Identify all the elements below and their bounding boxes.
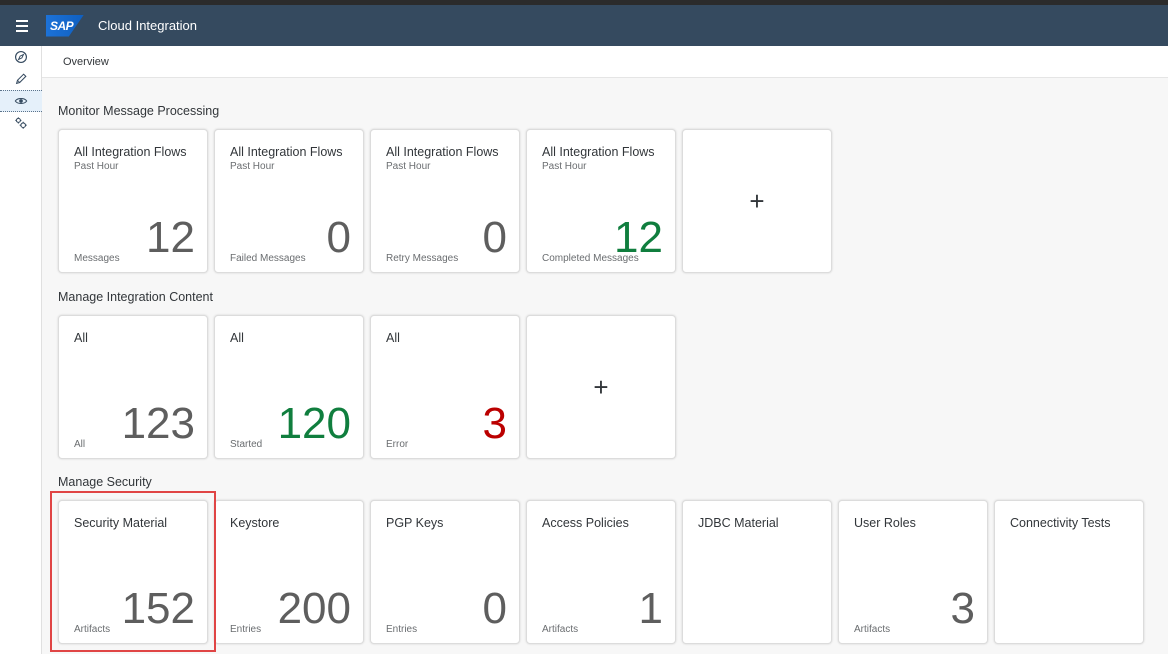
menu-icon[interactable] [8, 5, 36, 46]
tile-completed-messages[interactable]: All Integration Flows Past Hour 12 Compl… [526, 129, 676, 273]
group-title-monitor: Monitor Message Processing [58, 104, 220, 118]
tile-kpi-value: 12 [146, 213, 195, 262]
tile-footer: Artifacts [74, 624, 111, 635]
plus-icon: + [749, 185, 765, 216]
tile-all-content[interactable]: All 123 All [58, 315, 208, 459]
tile-kpi-value: 3 [482, 399, 507, 448]
tile-title: All Integration Flows [542, 145, 655, 159]
add-tile-button[interactable]: + [682, 129, 832, 273]
tile-footer: Error [386, 439, 409, 450]
tile-subtitle: Past Hour [542, 161, 587, 172]
tile-subtitle: Past Hour [74, 161, 119, 172]
plus-icon: + [593, 371, 609, 402]
tile-row-content: All 123 All All 120 Started All 3 Error … [58, 315, 676, 459]
shell-bar: SAP Cloud Integration [0, 0, 1168, 46]
side-navigation [0, 46, 42, 654]
tile-retry-messages[interactable]: All Integration Flows Past Hour 0 Retry … [370, 129, 520, 273]
tile-title: Security Material [74, 516, 168, 530]
tile-all-messages[interactable]: All Integration Flows Past Hour 12 Messa… [58, 129, 208, 273]
nav-item-settings[interactable] [0, 112, 42, 134]
compass-icon [15, 51, 27, 63]
tile-kpi-value: 120 [277, 399, 351, 448]
group-title-content: Manage Integration Content [58, 290, 213, 304]
tile-user-roles[interactable]: User Roles 3 Artifacts [838, 500, 988, 644]
tile-subtitle: Past Hour [386, 161, 431, 172]
tile-security-material[interactable]: Security Material 152 Artifacts [58, 500, 208, 644]
tile-connectivity-tests[interactable]: Connectivity Tests [994, 500, 1144, 644]
tile-kpi-value: 0 [326, 213, 351, 262]
add-tile-button[interactable]: + [526, 315, 676, 459]
nav-item-monitor[interactable] [0, 90, 42, 112]
tile-kpi-value: 200 [277, 584, 351, 633]
tile-footer: Messages [74, 253, 120, 264]
settings-icon [15, 117, 27, 129]
tile-footer: Retry Messages [386, 253, 459, 264]
tile-jdbc-material[interactable]: JDBC Material [682, 500, 832, 644]
tile-kpi-value: 3 [950, 584, 975, 633]
tile-title: Connectivity Tests [1010, 516, 1111, 530]
nav-item-design[interactable] [0, 68, 42, 90]
app-title: Cloud Integration [98, 18, 198, 33]
tile-kpi-value: 0 [482, 213, 507, 262]
tile-kpi-value: 1 [638, 584, 663, 633]
tile-title: All [230, 331, 244, 345]
group-title-security: Manage Security [58, 475, 152, 489]
tile-footer: All [74, 439, 86, 450]
sap-logo[interactable]: SAP [46, 14, 84, 37]
tile-title: User Roles [854, 516, 916, 530]
launchpad-content: Monitor Message Processing All Integrati… [42, 78, 1168, 654]
tile-title: All Integration Flows [74, 145, 187, 159]
tile-row-monitor: All Integration Flows Past Hour 12 Messa… [58, 129, 832, 273]
tile-title: All [74, 331, 88, 345]
tile-started-content[interactable]: All 120 Started [214, 315, 364, 459]
tile-footer: Artifacts [854, 624, 891, 635]
tile-title: Keystore [230, 516, 280, 530]
tile-title: PGP Keys [386, 516, 444, 530]
tile-pgp-keys[interactable]: PGP Keys 0 Entries [370, 500, 520, 644]
page-header: Overview [42, 46, 1168, 78]
tile-title: JDBC Material [698, 516, 779, 530]
tile-error-content[interactable]: All 3 Error [370, 315, 520, 459]
tile-keystore[interactable]: Keystore 200 Entries [214, 500, 364, 644]
tile-title: Access Policies [542, 516, 629, 530]
breadcrumb[interactable]: Overview [63, 56, 109, 68]
tile-footer: Failed Messages [230, 253, 306, 264]
tile-subtitle: Past Hour [230, 161, 275, 172]
tile-kpi-value: 152 [121, 584, 195, 633]
tile-footer: Started [230, 439, 263, 450]
tile-title: All [386, 331, 400, 345]
tile-failed-messages[interactable]: All Integration Flows Past Hour 0 Failed… [214, 129, 364, 273]
tile-footer: Completed Messages [542, 253, 639, 264]
tile-footer: Entries [386, 624, 418, 635]
nav-item-discover[interactable] [0, 46, 42, 68]
tile-footer: Entries [230, 624, 262, 635]
tile-kpi-value: 123 [121, 399, 195, 448]
tile-row-security: Security Material 152 Artifacts Keystore… [58, 500, 1144, 644]
tile-title: All Integration Flows [386, 145, 499, 159]
tile-footer: Artifacts [542, 624, 579, 635]
eye-icon [14, 97, 28, 105]
pencil-icon [15, 73, 27, 85]
tile-title: All Integration Flows [230, 145, 343, 159]
tile-kpi-value: 0 [482, 584, 507, 633]
tile-access-policies[interactable]: Access Policies 1 Artifacts [526, 500, 676, 644]
